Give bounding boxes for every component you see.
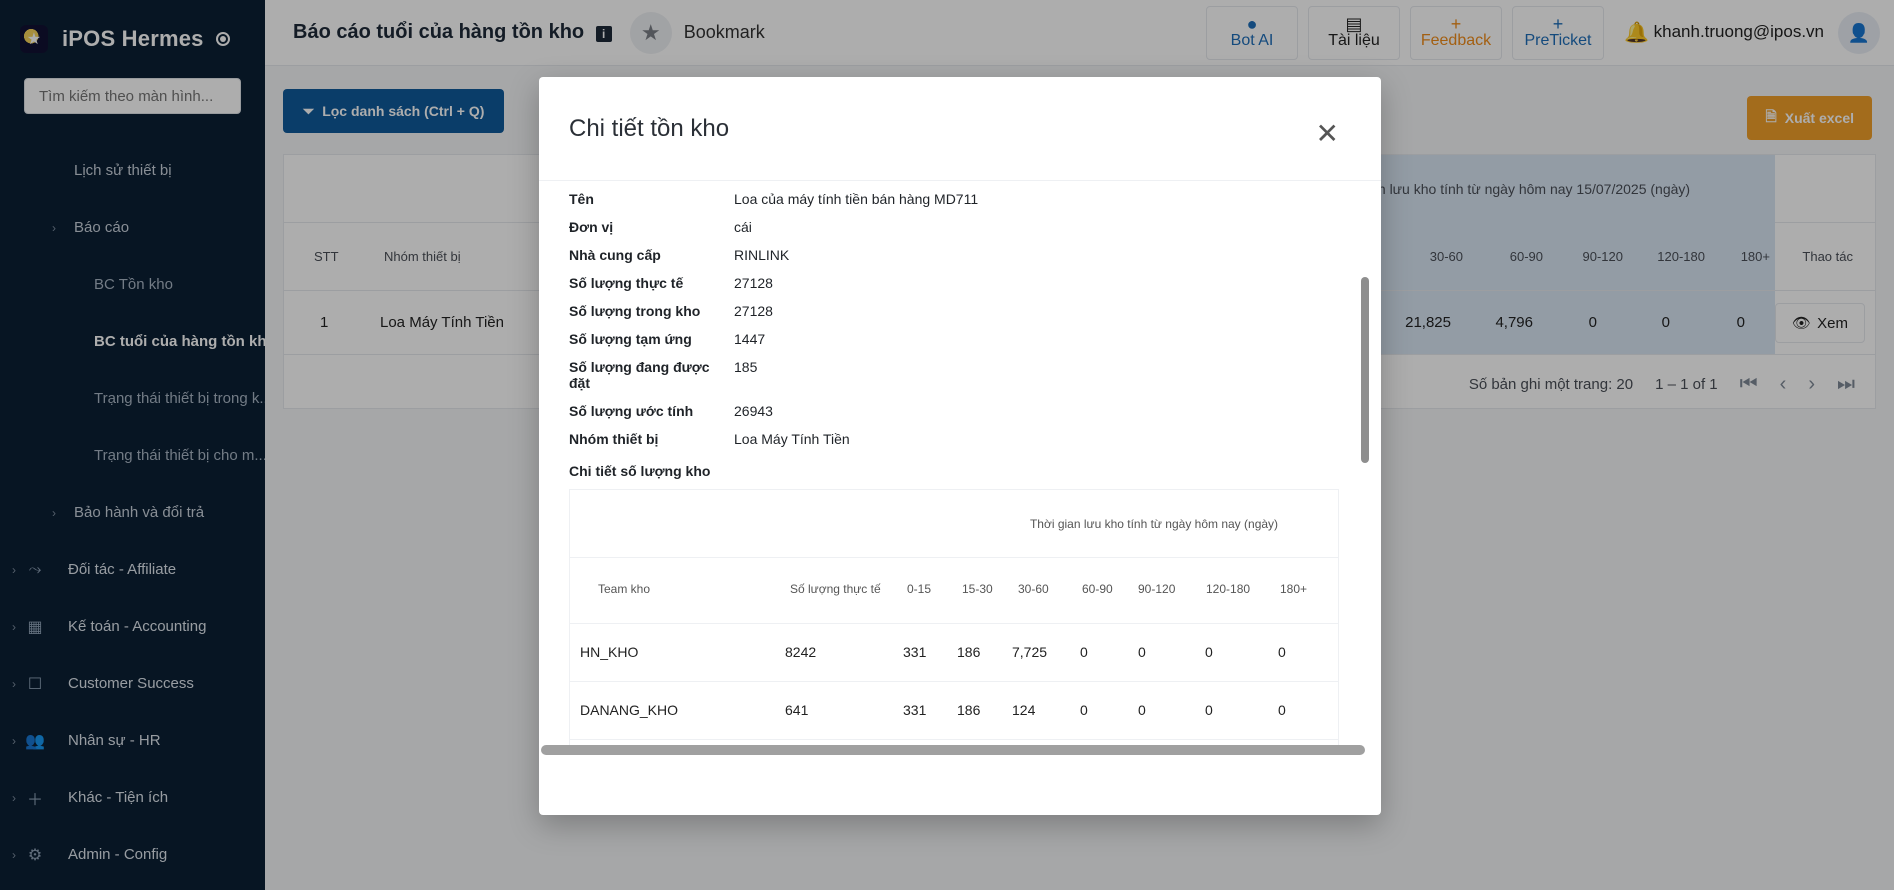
cell-15-30: 186 bbox=[957, 702, 981, 718]
field-label-ordering: Số lượng đang được đặt bbox=[569, 359, 710, 391]
col-90-120: 90-120 bbox=[1138, 582, 1176, 596]
cell-actual: 641 bbox=[785, 702, 809, 718]
detail-subtitle: Chi tiết số lượng kho bbox=[569, 463, 711, 479]
field-value-unit: cái bbox=[734, 219, 752, 235]
warehouse-table: Thời gian lưu kho tính từ ngày hôm nay (… bbox=[569, 489, 1339, 755]
field-value-ordering: 185 bbox=[734, 359, 758, 375]
field-label-actual: Số lượng thực tế bbox=[569, 275, 684, 291]
cell-90-120: 0 bbox=[1138, 644, 1146, 660]
cell-90-120: 0 bbox=[1138, 702, 1146, 718]
field-label-supplier: Nhà cung cấp bbox=[569, 247, 661, 263]
detail-fields: Tên Loa của máy tính tiền bán hàng MD711… bbox=[569, 191, 1339, 447]
inner-group-title: Thời gian lưu kho tính từ ngày hôm nay (… bbox=[1029, 517, 1279, 531]
field-value-supplier: RINLINK bbox=[734, 247, 790, 263]
field-value-name: Loa của máy tính tiền bán hàng MD711 bbox=[734, 191, 979, 207]
field-value-actual: 27128 bbox=[734, 275, 773, 291]
col-30-60: 30-60 bbox=[1018, 582, 1049, 596]
cell-60-90: 0 bbox=[1080, 644, 1088, 660]
field-value-group: Loa Máy Tính Tiền bbox=[734, 431, 850, 447]
cell-60-90: 0 bbox=[1080, 702, 1088, 718]
cell-0-15: 331 bbox=[903, 702, 927, 718]
field-value-estimate: 26943 bbox=[734, 403, 773, 419]
field-label-unit: Đơn vị bbox=[569, 219, 614, 235]
cell-team: HN_KHO bbox=[580, 644, 639, 660]
inner-column-headers: Team kho Số lượng thực tế 0-15 15-30 30-… bbox=[570, 558, 1338, 624]
col-120-180: 120-180 bbox=[1206, 582, 1251, 596]
cell-0-15: 331 bbox=[903, 644, 927, 660]
inner-group-header: Thời gian lưu kho tính từ ngày hôm nay (… bbox=[570, 490, 1338, 558]
col-team: Team kho bbox=[598, 582, 651, 596]
field-label-name: Tên bbox=[569, 191, 594, 207]
cell-180: 0 bbox=[1278, 644, 1286, 660]
cell-180: 0 bbox=[1278, 702, 1286, 718]
warehouse-row: HN_KHO 8242 331 186 7,725 0 0 0 0 bbox=[570, 624, 1338, 682]
col-180: 180+ bbox=[1280, 582, 1308, 596]
stock-detail-modal: Chi tiết tồn kho ✕ Tên Loa của máy tính … bbox=[539, 77, 1381, 815]
vertical-scrollbar[interactable] bbox=[1361, 277, 1369, 463]
field-label-advance: Số lượng tạm ứng bbox=[569, 331, 692, 347]
col-60-90: 60-90 bbox=[1082, 582, 1113, 596]
field-label-estimate: Số lượng ước tính bbox=[569, 403, 694, 419]
app-root: ★ iPOS Hermes Lịch sử thiết bị › Báo cáo… bbox=[0, 0, 1894, 890]
horizontal-scrollbar[interactable] bbox=[541, 745, 1365, 755]
cell-15-30: 186 bbox=[957, 644, 981, 660]
warehouse-row: DANANG_KHO 641 331 186 124 0 0 0 0 bbox=[570, 682, 1338, 740]
modal-title: Chi tiết tồn kho bbox=[569, 114, 730, 142]
field-label-in-stock: Số lượng trong kho bbox=[569, 303, 701, 319]
field-value-in-stock: 27128 bbox=[734, 303, 773, 319]
cell-30-60: 124 bbox=[1012, 702, 1036, 718]
modal-header: Chi tiết tồn kho ✕ bbox=[539, 77, 1381, 181]
field-label-group: Nhóm thiết bị bbox=[569, 431, 659, 447]
field-value-advance: 1447 bbox=[734, 331, 766, 347]
cell-120-180: 0 bbox=[1205, 702, 1213, 718]
close-icon[interactable]: ✕ bbox=[1316, 117, 1339, 150]
cell-team: DANANG_KHO bbox=[580, 702, 679, 718]
col-15-30: 15-30 bbox=[962, 582, 993, 596]
modal-body: Tên Loa của máy tính tiền bán hàng MD711… bbox=[569, 181, 1339, 755]
col-actual: Số lượng thực tế bbox=[790, 582, 881, 596]
cell-actual: 8242 bbox=[785, 644, 817, 660]
cell-120-180: 0 bbox=[1205, 644, 1213, 660]
col-0-15: 0-15 bbox=[907, 582, 932, 596]
cell-30-60: 7,725 bbox=[1012, 644, 1048, 660]
